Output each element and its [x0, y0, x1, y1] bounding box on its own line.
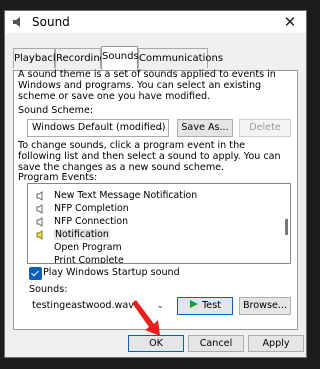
test-button[interactable]: Test	[177, 297, 233, 315]
list-item[interactable]: New Text Message Notification	[28, 190, 278, 201]
speaker-icon	[36, 204, 43, 214]
sounds-label: Sounds:	[29, 284, 68, 295]
tab-playback[interactable]: Playback	[13, 48, 59, 68]
list-item[interactable]: NFP Completion	[28, 203, 278, 214]
startup-sound-label[interactable]: Play Windows Startup sound	[43, 267, 180, 278]
apply-button[interactable]: Apply	[248, 335, 304, 352]
list-scrollbar[interactable]	[285, 219, 288, 235]
startup-sound-checkbox[interactable]	[29, 267, 42, 280]
speaker-icon	[36, 191, 43, 201]
delete-button[interactable]: Delete	[239, 119, 291, 137]
program-events-list[interactable]: New Text Message Notification NFP Comple…	[27, 183, 291, 264]
list-item[interactable]: Open Program	[28, 242, 278, 253]
speaker-icon	[36, 230, 43, 240]
browse-button[interactable]: Browse...	[239, 297, 291, 315]
test-button-label: Test	[202, 300, 221, 311]
title-bar: Sound ✕	[5, 11, 306, 33]
list-item[interactable]: Print Complete	[28, 255, 278, 263]
sound-scheme-label: Sound Scheme:	[18, 105, 94, 116]
list-item-selected[interactable]: Notification	[28, 229, 278, 240]
speaker-icon	[13, 17, 20, 27]
chevron-down-icon: ⌄	[156, 123, 164, 133]
tab-sounds[interactable]: Sounds	[101, 46, 139, 70]
change-sounds-description: To change sounds, click a program event …	[18, 140, 281, 173]
tab-recording[interactable]: Recording	[55, 48, 106, 68]
play-icon	[190, 300, 199, 308]
window-title: Sound	[32, 15, 70, 29]
program-events-label: Program Events:	[18, 172, 98, 183]
annotation-arrow-icon	[132, 300, 160, 336]
sound-scheme-dropdown[interactable]: Windows Default (modified) ⌄	[27, 119, 169, 137]
sound-scheme-value: Windows Default (modified)	[32, 122, 166, 133]
tab-communications[interactable]: Communications	[138, 48, 223, 68]
scheme-description: A sound theme is a set of sounds applied…	[18, 69, 276, 102]
speaker-icon	[36, 217, 43, 227]
close-button[interactable]: ✕	[280, 13, 300, 31]
sound-file-value: testingeastwood.wav	[32, 300, 134, 311]
save-as-button[interactable]: Save As...	[177, 119, 233, 137]
list-item[interactable]: NFP Connection	[28, 216, 278, 227]
cancel-button[interactable]: Cancel	[188, 335, 244, 352]
